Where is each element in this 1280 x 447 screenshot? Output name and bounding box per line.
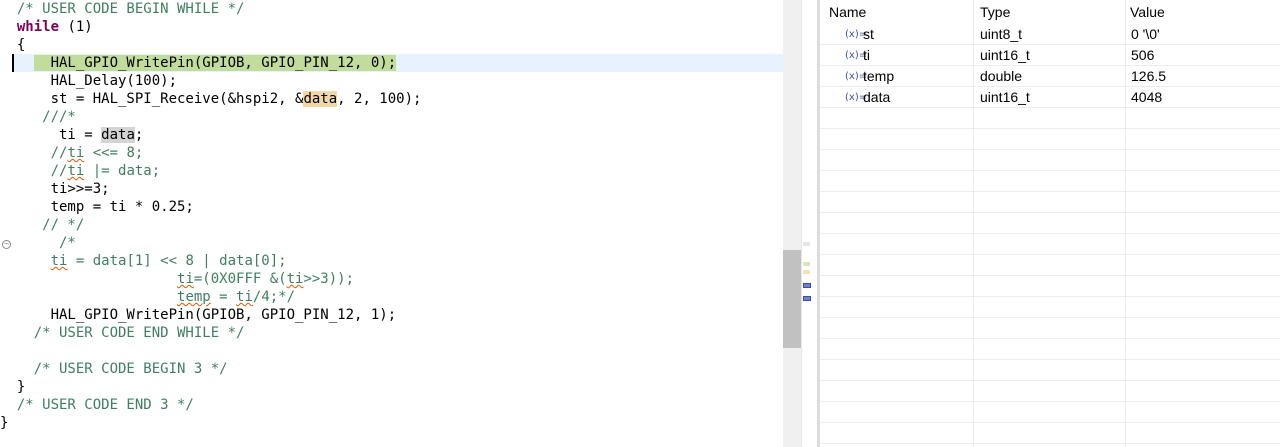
spelling-token: ti	[67, 145, 85, 161]
comment-token: /4;*/	[252, 289, 296, 305]
variable-name: data	[863, 89, 891, 105]
code-line[interactable]: temp = ti * 0.25;	[0, 198, 194, 216]
code-line[interactable]: //ti |= data;	[0, 162, 161, 180]
breakpoint-highlight: HAL_GPIO_WritePin(GPIOB, GPIO_PIN_12, 0)…	[33, 55, 397, 71]
overview-marker[interactable]	[803, 262, 810, 266]
code-line[interactable]: temp = ti/4;*/	[0, 288, 295, 306]
code-line[interactable]: ti = data[1] << 8 | data[0];	[0, 252, 287, 270]
row-divider	[820, 317, 1280, 318]
row-divider	[820, 149, 1280, 150]
comment-token	[0, 289, 177, 305]
variable-name: st	[863, 26, 874, 42]
row-divider	[820, 401, 1280, 402]
code-line[interactable]: /* USER CODE END 3 */	[0, 396, 194, 414]
spelling-token: ti	[286, 271, 304, 287]
comment-token: <<= 8;	[84, 145, 144, 161]
row-divider	[820, 107, 1280, 108]
spelling-token: ti	[236, 289, 253, 305]
occurrence-highlight: data	[303, 91, 338, 107]
comment-token: = data[1] << 8 | data[0];	[67, 253, 287, 269]
comment-token: =	[210, 289, 237, 305]
code-line[interactable]: // */	[0, 216, 84, 234]
spelling-token: temp	[177, 289, 211, 305]
code-line[interactable]: /*	[0, 234, 76, 252]
spelling-token: ti	[67, 163, 85, 179]
variable-type: double	[980, 68, 1023, 84]
row-divider	[820, 380, 1280, 381]
code-line[interactable]: //ti <<= 8;	[0, 144, 144, 162]
code-token: (1)	[59, 19, 93, 35]
row-divider	[820, 275, 1280, 276]
variable-name: temp	[863, 68, 895, 84]
variable-type: uint8_t	[980, 26, 1023, 42]
row-divider	[820, 128, 1280, 129]
overview-marker[interactable]	[803, 296, 811, 301]
row-divider	[820, 212, 1280, 213]
variable-value[interactable]: 0 '\0'	[1131, 24, 1160, 45]
code-line[interactable]: ti = data;	[0, 126, 143, 144]
variable-name: ti	[863, 47, 870, 63]
occurrence-highlight: data	[101, 127, 135, 143]
scrollbar-thumb[interactable]	[783, 250, 801, 348]
code-token: ti =	[0, 127, 102, 143]
code-token: ;	[134, 127, 144, 143]
code-line[interactable]: /* USER CODE BEGIN WHILE */	[0, 0, 245, 18]
overview-marker[interactable]	[803, 283, 811, 288]
row-divider	[820, 422, 1280, 423]
row-divider	[820, 170, 1280, 171]
comment-token: //	[0, 163, 68, 179]
editor-vertical-scrollbar[interactable]	[783, 0, 801, 447]
variable-value[interactable]: 4048	[1131, 87, 1162, 108]
spelling-token: ti	[50, 253, 68, 269]
code-line[interactable]: /* USER CODE END WHILE */	[0, 324, 245, 342]
comment-token: |= data;	[84, 163, 161, 179]
spelling-token: ti	[177, 271, 194, 287]
row-divider	[820, 65, 1280, 66]
code-token: , 2, 100);	[337, 91, 422, 107]
variable-value[interactable]: 506	[1131, 45, 1154, 66]
row-divider	[820, 44, 1280, 45]
row-divider	[820, 254, 1280, 255]
comment-token: =(0X0FFF &(	[193, 271, 287, 287]
variables-view: Name Type Value (x)= st uint8_t 0 '\0' (x)= t…	[820, 0, 1280, 447]
overview-marker[interactable]	[803, 270, 810, 274]
row-divider	[820, 443, 1280, 444]
code-line[interactable]: /* USER CODE BEGIN 3 */	[0, 360, 228, 378]
overview-marker[interactable]	[803, 242, 810, 246]
code-line[interactable]: ti>>=3;	[0, 180, 110, 198]
code-line-current[interactable]: HAL_GPIO_WritePin(GPIOB, GPIO_PIN_12, 0)…	[0, 54, 397, 72]
code-line[interactable]: ///*	[0, 108, 76, 126]
code-token: st = HAL_SPI_Receive(&hspi2, &	[0, 91, 304, 107]
comment-token: >>3));	[303, 271, 355, 287]
row-divider	[820, 296, 1280, 297]
keyword-token: while	[0, 19, 60, 35]
comment-token: //	[0, 145, 68, 161]
code-line[interactable]: {	[0, 36, 25, 54]
code-line[interactable]: st = HAL_SPI_Receive(&hspi2, &data, 2, 1…	[0, 90, 421, 108]
code-line[interactable]: while (1)	[0, 18, 93, 36]
variable-type: uint16_t	[980, 47, 1030, 63]
variable-type: uint16_t	[980, 89, 1030, 105]
row-divider	[820, 86, 1280, 87]
overview-ruler[interactable]	[801, 0, 818, 447]
column-header-name[interactable]: Name	[820, 0, 866, 24]
row-divider	[820, 359, 1280, 360]
code-editor[interactable]: − /* USER CODE BEGIN WHILE */ while (1) …	[0, 0, 783, 447]
code-line[interactable]: HAL_Delay(100);	[0, 72, 177, 90]
row-divider	[820, 191, 1280, 192]
code-line[interactable]: ti=(0X0FFF &(ti>>3));	[0, 270, 354, 288]
code-line[interactable]: }	[0, 414, 8, 432]
column-header-type[interactable]: Type	[971, 0, 1010, 24]
comment-token	[0, 253, 51, 269]
row-divider	[820, 233, 1280, 234]
variable-value[interactable]: 126.5	[1131, 66, 1166, 87]
code-line[interactable]: HAL_GPIO_WritePin(GPIOB, GPIO_PIN_12, 1)…	[0, 306, 397, 324]
column-header-value[interactable]: Value	[1121, 0, 1165, 24]
code-line[interactable]: }	[0, 378, 25, 396]
comment-token	[0, 271, 177, 287]
row-divider	[820, 338, 1280, 339]
